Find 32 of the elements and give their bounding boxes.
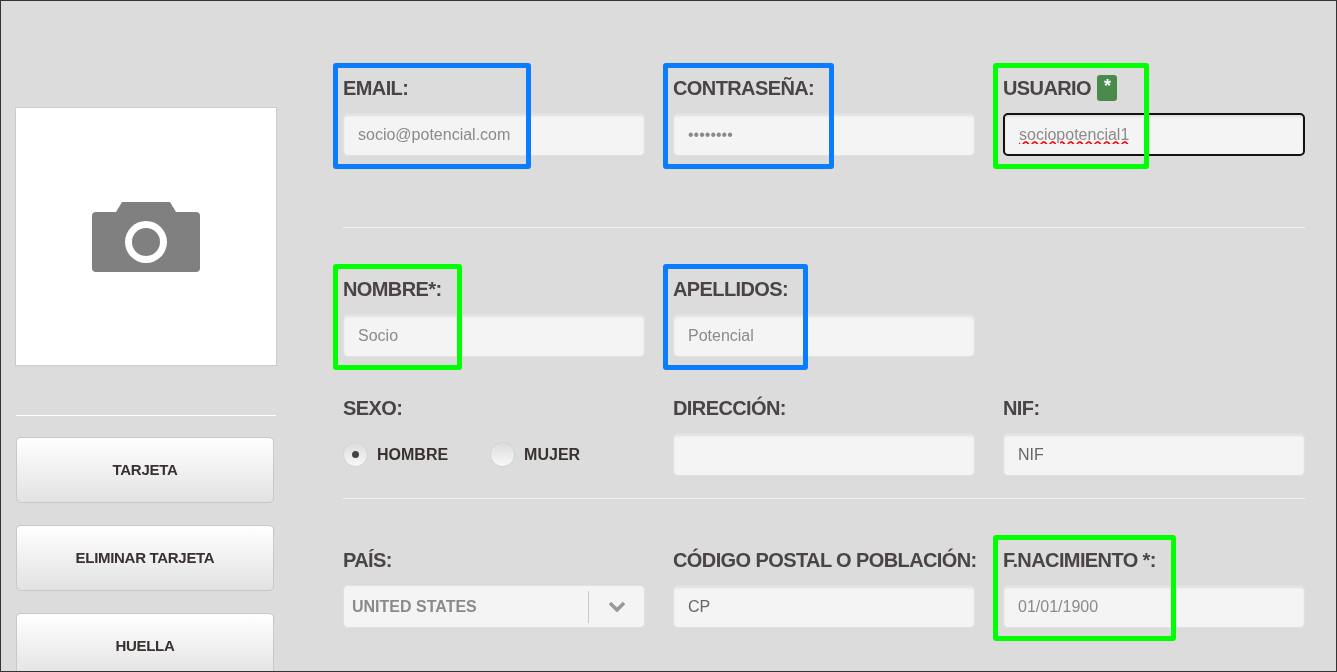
camera-icon (92, 201, 200, 272)
input-field[interactable]: 01/01/1900 (1003, 585, 1305, 628)
input-field[interactable]: NIF (1003, 433, 1305, 476)
radio-button[interactable] (343, 442, 368, 467)
field-label: APELLIDOS: (673, 277, 789, 302)
radio-label[interactable]: MUJER (524, 442, 581, 467)
card-button[interactable]: ELIMINAR TARJETA (16, 525, 274, 591)
photo-placeholder[interactable] (15, 107, 277, 366)
field-label: PAÍS: (343, 548, 392, 573)
field-label: NOMBRE*: (343, 277, 442, 302)
card-button[interactable]: HUELLA (16, 613, 274, 671)
card-button[interactable]: TARJETA (16, 437, 274, 503)
field-label: SEXO: (343, 396, 403, 421)
input-field[interactable]: socio@potencial.com (343, 113, 645, 156)
field-label: DIRECCIÓN: (673, 395, 786, 421)
input-field[interactable]: Socio (343, 314, 645, 357)
field-label: CÓDIGO POSTAL O POBLACIÓN: (673, 547, 977, 573)
field-label: USUARIO (1003, 76, 1092, 101)
country-dropdown[interactable]: UNITED STATES (343, 585, 645, 628)
input-field[interactable]: •••••••• (673, 113, 975, 156)
input-field[interactable]: CP (673, 585, 975, 628)
field-label: CONTRASEÑA: (673, 76, 815, 101)
field-label: F.NACIMIENTO *: (1003, 548, 1156, 573)
chevron-down-icon (607, 601, 626, 612)
field-label: NIF: (1003, 396, 1040, 421)
input-field[interactable]: sociopotencial1 (1003, 113, 1305, 156)
required-badge: * (1097, 75, 1118, 101)
input-field[interactable]: Potencial (673, 314, 975, 357)
radio-button[interactable] (490, 442, 516, 467)
field-label: EMAIL: (343, 76, 409, 101)
radio-label[interactable]: HOMBRE (377, 442, 449, 467)
input-field[interactable] (673, 433, 975, 476)
